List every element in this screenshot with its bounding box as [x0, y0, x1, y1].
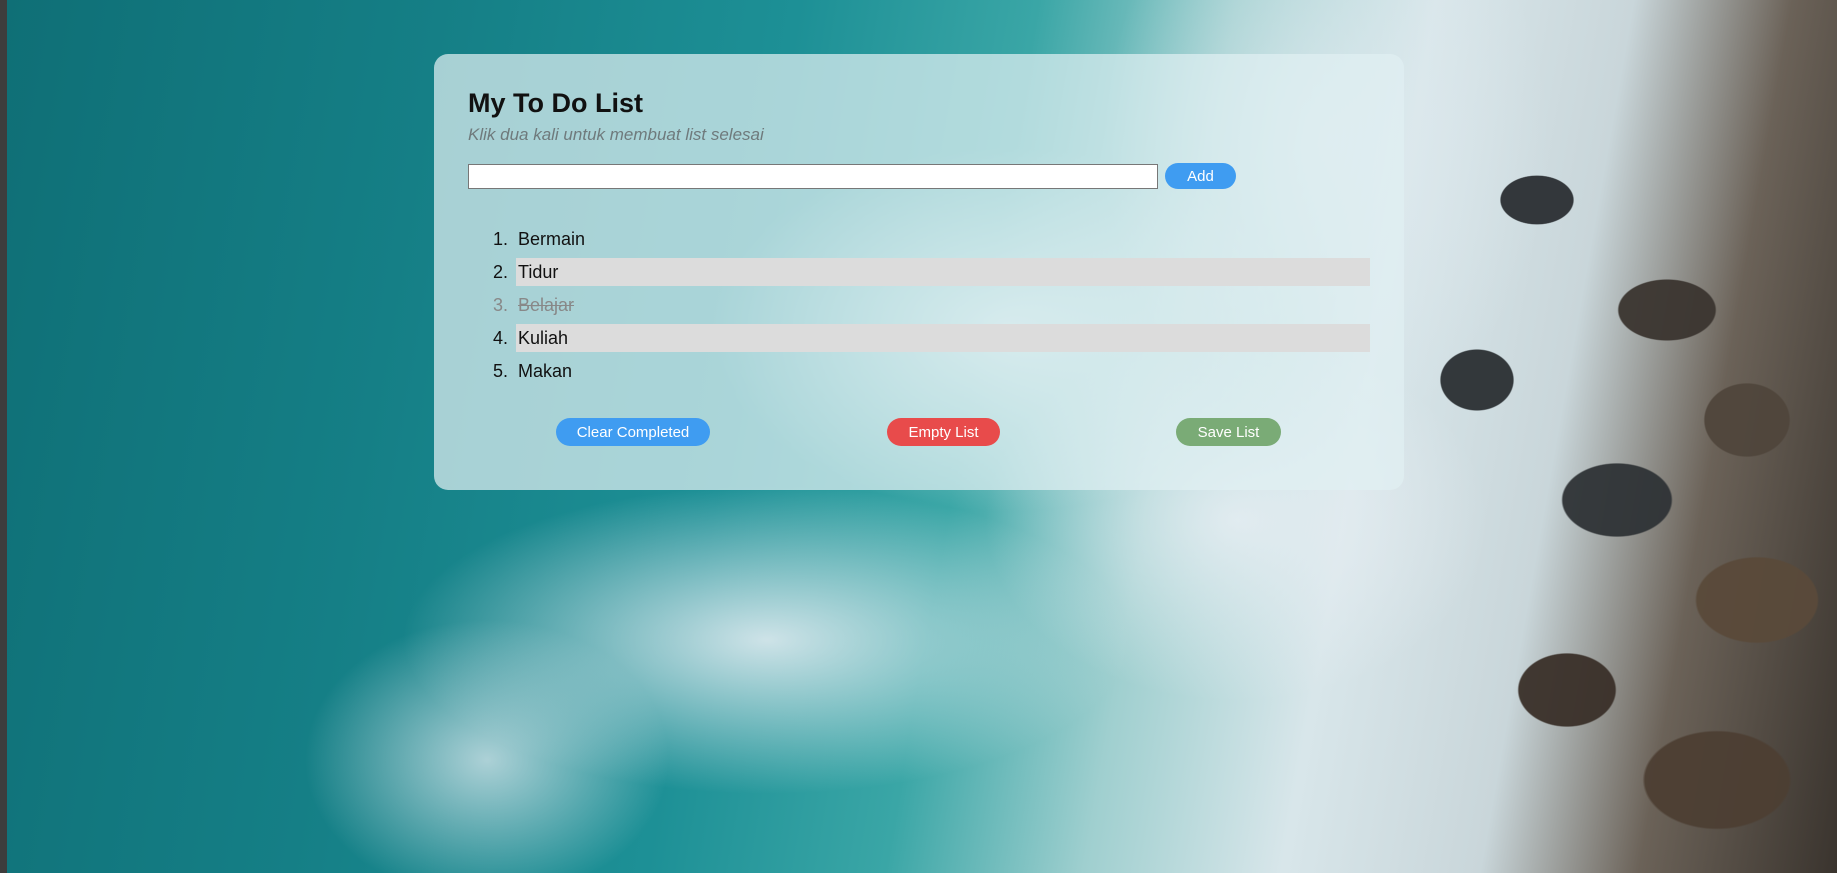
todo-item-completed[interactable]: 3. Belajar — [468, 291, 1370, 319]
todo-item-number: 1. — [492, 228, 508, 249]
page-title: My To Do List — [468, 88, 643, 118]
todo-list: 1. Bermain 2. Tidur 3. Belajar 4. Kuliah… — [468, 225, 1370, 385]
todo-card: My To Do List Klik dua kali untuk membua… — [434, 54, 1404, 490]
todo-item-text[interactable]: Bermain — [516, 225, 1370, 253]
input-row: Add — [468, 163, 1370, 189]
todo-item-number: 2. — [492, 261, 508, 282]
action-buttons: Clear Completed Empty List Save List — [434, 418, 1404, 446]
todo-item-text[interactable]: Belajar — [516, 291, 1370, 319]
clear-completed-button[interactable]: Clear Completed — [556, 418, 710, 446]
todo-item-text[interactable]: Tidur — [516, 258, 1370, 286]
todo-input[interactable] — [468, 163, 1158, 189]
add-button[interactable]: Add — [1165, 163, 1236, 189]
todo-item[interactable]: 4. Kuliah — [468, 324, 1370, 352]
empty-list-button[interactable]: Empty List — [887, 418, 1000, 446]
todo-item-text[interactable]: Makan — [516, 357, 1370, 385]
todo-item-text[interactable]: Kuliah — [516, 324, 1370, 352]
todo-item-number: 4. — [492, 327, 508, 348]
todo-item[interactable]: 2. Tidur — [468, 258, 1370, 286]
todo-item-number: 3. — [492, 294, 508, 315]
page-subtitle: Klik dua kali untuk membuat list selesai — [468, 125, 764, 144]
todo-item[interactable]: 5. Makan — [468, 357, 1370, 385]
todo-item-number: 5. — [492, 360, 508, 381]
todo-item[interactable]: 1. Bermain — [468, 225, 1370, 253]
background-rocks — [1417, 80, 1837, 873]
save-list-button[interactable]: Save List — [1176, 418, 1281, 446]
